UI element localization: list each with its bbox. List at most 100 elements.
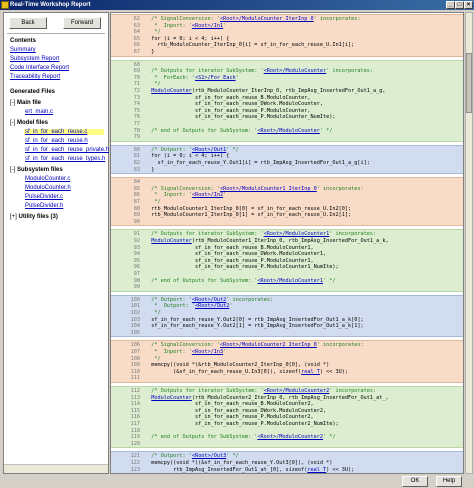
line-number: 103 bbox=[130, 316, 140, 323]
code-link[interactable]: <Root>/Out1 bbox=[192, 147, 226, 153]
code-link[interactable]: <Root>/Out3 bbox=[192, 453, 226, 459]
code-text: sf_in_for_each_reuse_P.ModuloCounter2_Nu… bbox=[145, 421, 339, 427]
link-code-interface-report[interactable]: Code Interface Report bbox=[10, 65, 69, 71]
group-label: Subsystem files bbox=[17, 167, 63, 173]
code-link[interactable]: ModuloCounter bbox=[151, 88, 192, 94]
code-text: rtb_ImpAsg_InsertedFor_Out1_at_[0], size… bbox=[145, 466, 308, 473]
line-number: 90 bbox=[133, 218, 140, 225]
code-link[interactable]: <Root>/ModuloCounter2 bbox=[257, 434, 323, 440]
file-link[interactable]: PulseDivider.c bbox=[24, 194, 64, 200]
code-link[interactable]: <Root>/In3 bbox=[192, 349, 223, 355]
line-number: 111 bbox=[130, 375, 140, 382]
code-line: 94 sf_in_for_each_reuse_DWork.ModuloCoun… bbox=[111, 251, 463, 258]
expand-toggle[interactable]: [+] bbox=[10, 214, 17, 220]
code-link[interactable]: ModuloCounter bbox=[151, 238, 192, 244]
code-link[interactable]: ModuloCounter bbox=[151, 395, 192, 401]
file-link[interactable]: sf_in_for_each_reuse.h bbox=[24, 138, 89, 144]
file-link[interactable]: ert_main.c bbox=[24, 109, 54, 115]
collapse-toggle[interactable]: [-] bbox=[10, 100, 15, 106]
code-line: 88 rtb_ModuloCounter1_IterInp_0[0] = sf_… bbox=[111, 206, 463, 213]
link-summary[interactable]: Summary bbox=[10, 47, 36, 53]
back-button[interactable]: Back bbox=[9, 17, 47, 29]
code-line: 111 bbox=[111, 375, 463, 382]
code-block: 80 /* Outport: '<Root>/Out1' */81 for (i… bbox=[111, 144, 463, 175]
code-line: 78 /* end of Outputs for SubSystem: '<Ro… bbox=[111, 128, 463, 135]
file-link[interactable]: PulseDivider.h bbox=[24, 203, 64, 209]
maximize-button[interactable]: □ bbox=[455, 1, 464, 9]
code-line: 110 (&sf_in_for_each_reuse_U.In3[0]), si… bbox=[111, 369, 463, 376]
code-line: 64 */ bbox=[111, 29, 463, 36]
line-number: 72 bbox=[133, 87, 140, 94]
group-label: Utility files (3) bbox=[18, 214, 58, 220]
link-subsystem-report[interactable]: Subsystem Report bbox=[10, 56, 59, 62]
line-number: 65 bbox=[133, 35, 140, 42]
code-line: 85 /* SignalConversion: '<Root>/ModuloCo… bbox=[111, 185, 463, 193]
code-text: sf_in_for_each_reuse_P.ModuloCounter_Num… bbox=[145, 114, 336, 121]
file-link-selected[interactable]: sf_in_for_each_reuse.c bbox=[24, 129, 104, 135]
code-link[interactable]: <Root>/Out2 bbox=[195, 303, 229, 309]
code-link[interactable]: real_T bbox=[307, 467, 326, 473]
collapse-toggle[interactable]: [-] bbox=[10, 120, 15, 126]
code-comment: */ bbox=[145, 29, 161, 36]
line-number: 107 bbox=[130, 348, 140, 355]
nav-divider bbox=[7, 33, 105, 34]
code-link[interactable]: <Root>/ModuloCounter_IterInp_0 bbox=[220, 16, 314, 22]
group-subsystem-files[interactable]: [-] Subsystem files bbox=[10, 167, 63, 173]
code-line: 100 /* Outport: '<Root>/Out2' incorporat… bbox=[111, 297, 463, 304]
code-line: 112 /* Outputs for iterator SubSystem: '… bbox=[111, 388, 463, 395]
code-link[interactable]: <Root>/ModuloCounter bbox=[257, 128, 319, 134]
file-link[interactable]: ModuloCounter.h bbox=[24, 185, 72, 191]
code-link[interactable]: real_T bbox=[301, 369, 320, 375]
forward-button[interactable]: Forward bbox=[63, 17, 101, 29]
code-link[interactable]: <Root>/In1 bbox=[192, 23, 223, 29]
code-text: sf_in_for_each_reuse_B.ModuloCounter1, bbox=[145, 244, 314, 251]
code-block: 106 /* SignalConversion: '<Root>/ModuloC… bbox=[111, 340, 463, 383]
link-traceability-report[interactable]: Traceability Report bbox=[10, 74, 60, 80]
code-line: 87 */ bbox=[111, 199, 463, 206]
code-comment: ' bbox=[223, 348, 227, 355]
minimize-button[interactable]: _ bbox=[446, 1, 455, 9]
nav-horizontal-scrollbar[interactable] bbox=[4, 464, 108, 473]
code-link[interactable]: <Root>/In2 bbox=[192, 192, 223, 198]
line-number: 75 bbox=[133, 107, 140, 114]
code-line: 99 bbox=[111, 284, 463, 291]
code-comment: /* Outputs for iterator SubSystem: ' bbox=[145, 231, 264, 238]
code-link[interactable]: <S1>/For Each bbox=[195, 75, 236, 81]
file-link[interactable]: sf_in_for_each_reuse_types.h bbox=[24, 156, 106, 162]
line-number: 104 bbox=[130, 323, 140, 330]
code-comment: ' incorporates: bbox=[326, 68, 374, 75]
line-number: 109 bbox=[130, 362, 140, 369]
code-block: 121 /* Outport: '<Root>/Out3' */122 memc… bbox=[111, 451, 463, 474]
close-button[interactable]: × bbox=[464, 1, 473, 9]
group-main-file[interactable]: [-] Main file bbox=[10, 100, 41, 106]
line-number: 70 bbox=[133, 74, 140, 81]
code-line: 65 for (i = 0; i < 4; i++) { bbox=[111, 35, 463, 43]
code-link[interactable]: <Root>/ModuloCounter1 bbox=[257, 278, 323, 284]
code-link[interactable]: <Root>/Out2 bbox=[192, 297, 226, 303]
code-comment: * Inport: ' bbox=[145, 192, 192, 199]
line-number: 116 bbox=[130, 414, 140, 421]
line-number: 85 bbox=[133, 185, 140, 192]
file-link[interactable]: ModuloCounter.c bbox=[24, 176, 71, 182]
code-link[interactable]: <Root>/ModuloCounter bbox=[264, 68, 326, 74]
file-link[interactable]: sf_in_for_each_reuse_private.h bbox=[24, 147, 110, 153]
group-model-files[interactable]: [-] Model files bbox=[10, 120, 48, 126]
group-utility-files[interactable]: [+] Utility files (3) bbox=[10, 214, 58, 220]
group-label: Model files bbox=[17, 120, 49, 126]
code-comment: /* Outport: ' bbox=[145, 453, 192, 460]
scrollbar-thumb[interactable] bbox=[466, 53, 472, 113]
code-link[interactable]: <Root>/ModuloCounter1 bbox=[264, 231, 330, 237]
code-text: } bbox=[145, 473, 148, 474]
ok-button[interactable]: OK bbox=[402, 476, 428, 487]
help-button[interactable]: Help bbox=[436, 476, 462, 487]
code-link[interactable]: <Root>/ModuloCounter1_IterInp_0 bbox=[220, 186, 317, 192]
code-line: 73 sf_in_for_each_reuse_B.ModuloCounter, bbox=[111, 95, 463, 102]
code-comment: ' */ bbox=[323, 434, 336, 441]
code-comment: ' incorporates: bbox=[316, 185, 364, 192]
line-number: 86 bbox=[133, 192, 140, 199]
collapse-toggle[interactable]: [-] bbox=[10, 167, 15, 173]
code-link[interactable]: <Root>/ModuloCounter2 bbox=[264, 388, 330, 394]
code-link[interactable]: <Root>/ModuloCounter2_IterInp_0 bbox=[220, 342, 317, 348]
code-text: rtb_ModuloCounter_IterInp_0[i] = sf_in_f… bbox=[145, 42, 355, 49]
vertical-scrollbar[interactable] bbox=[465, 12, 473, 474]
